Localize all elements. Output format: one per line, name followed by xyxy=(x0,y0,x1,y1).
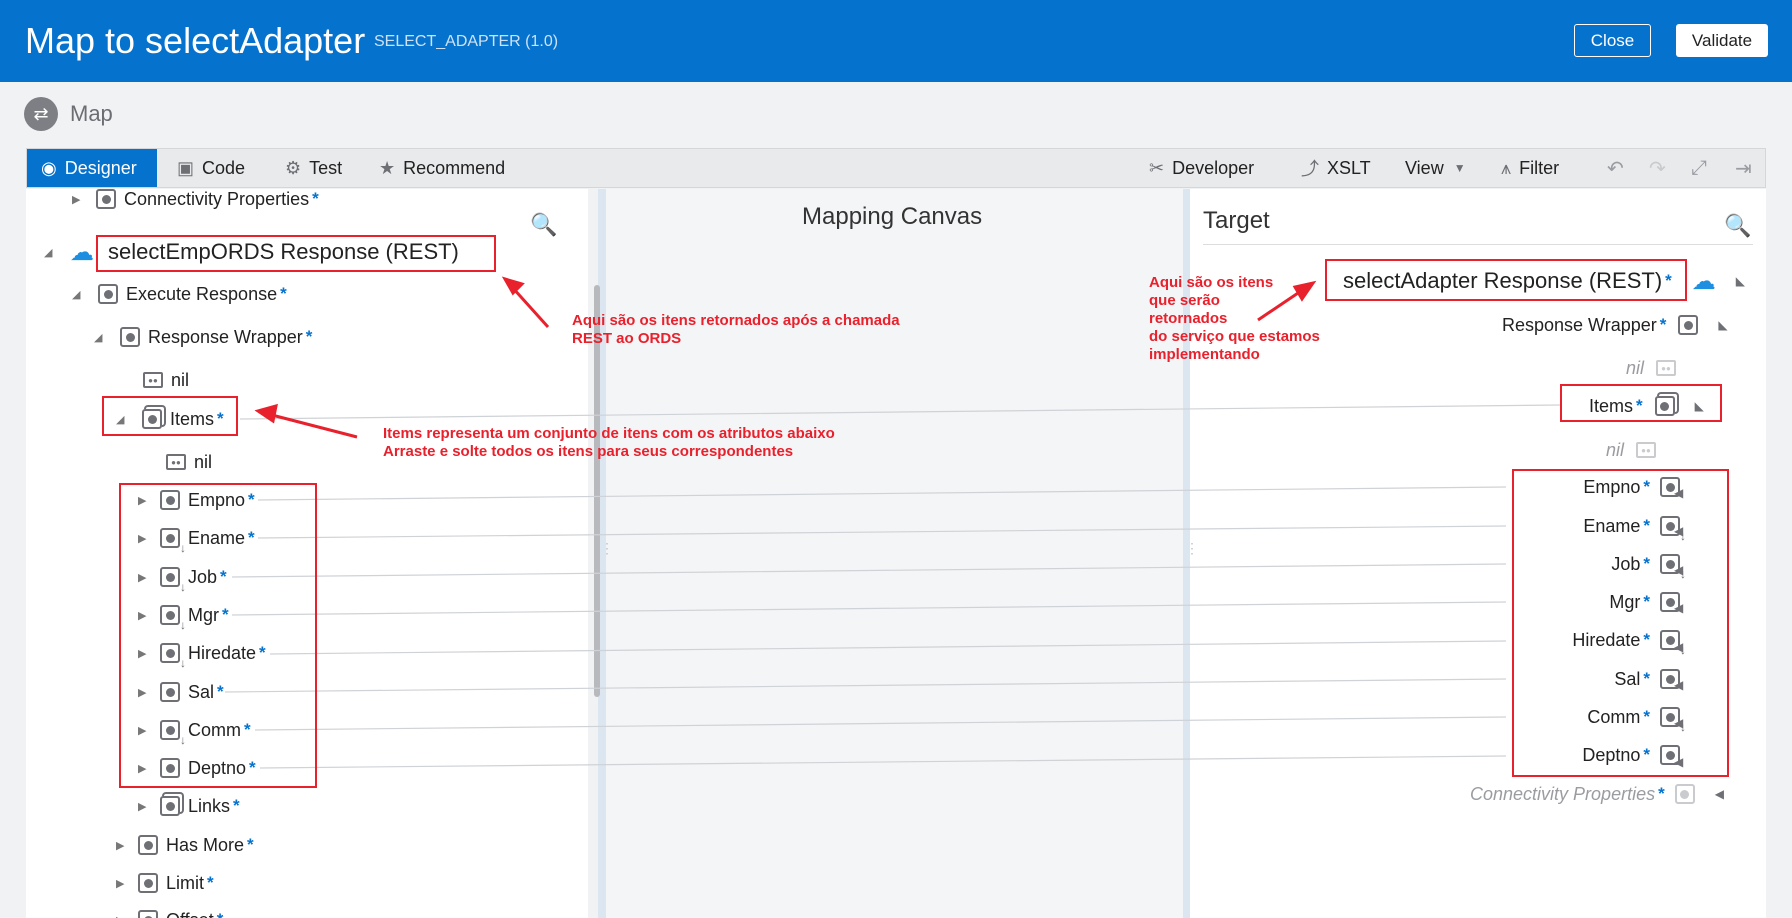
annotation-arrow xyxy=(510,285,550,329)
annotation-arrowhead xyxy=(501,276,525,296)
annotation-source-response: Aqui são os itens retornados após a cham… xyxy=(572,312,900,347)
annotation-target-response: Aqui são os itens que serão retornados d… xyxy=(1149,274,1320,363)
annotation-items: Items representa um conjunto de itens co… xyxy=(383,425,835,460)
annotation-arrow xyxy=(267,412,358,439)
annotation-arrowhead xyxy=(254,403,278,424)
annotation-arrows xyxy=(254,276,1317,439)
